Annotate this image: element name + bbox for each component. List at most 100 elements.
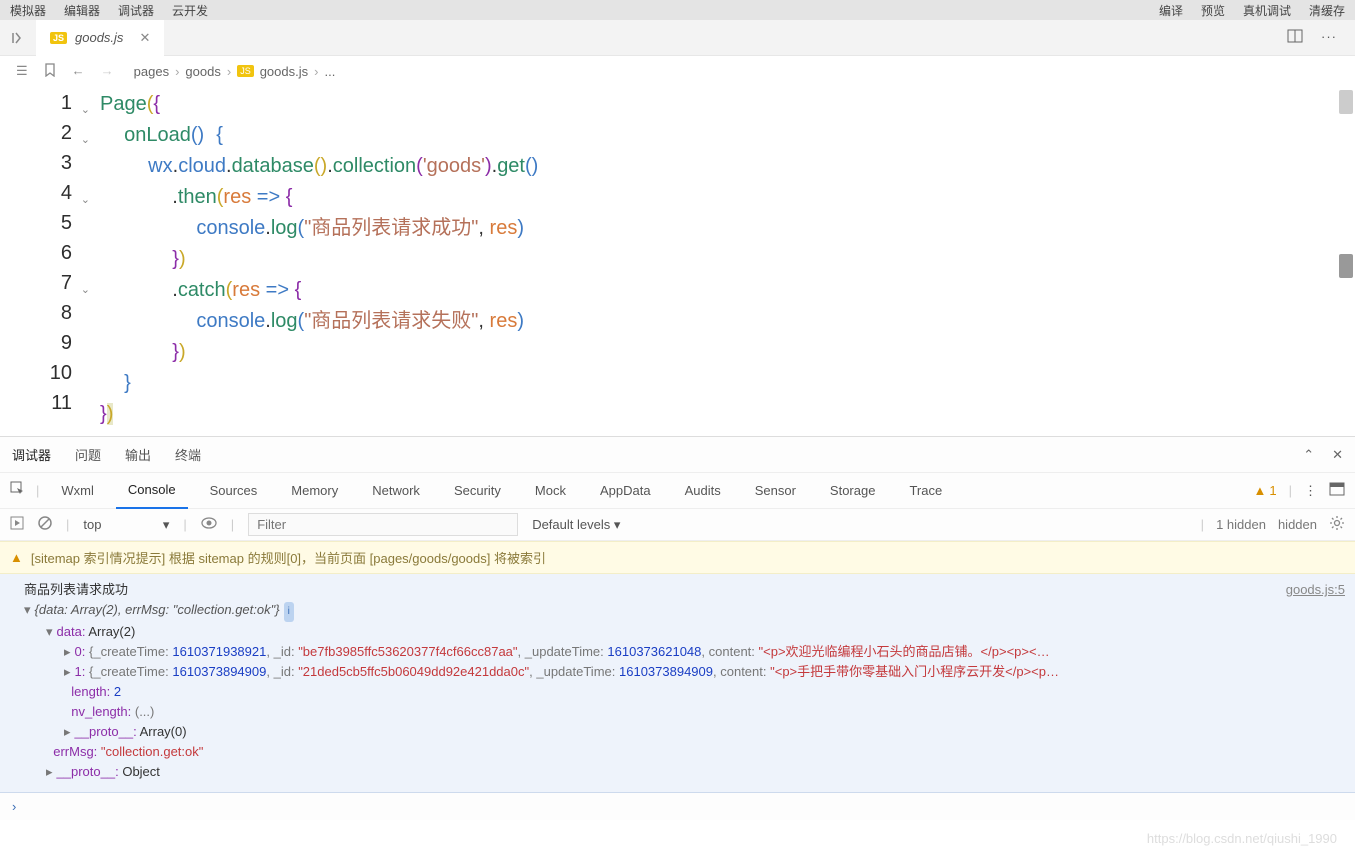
expand-icon[interactable]: ▸ [64,662,71,682]
devtools-tab-bar: | Wxml Console Sources Memory Network Se… [0,473,1355,509]
expand-icon[interactable]: ▾ [46,622,53,642]
split-editor-icon[interactable] [1287,29,1303,46]
dock-icon[interactable] [1329,482,1345,499]
info-badge-icon[interactable]: i [284,602,294,622]
array-item[interactable]: ▸0: {_createTime: 1610371938921, _id: "b… [10,642,1345,662]
output-tab[interactable]: 输出 [125,445,151,464]
log-levels-selector[interactable]: Default levels ▾ [532,517,620,533]
settings-gear-icon[interactable] [1329,515,1345,534]
top-menu-left: 模拟器 编辑器 调试器 云开发 [10,0,208,20]
sitemap-message: [sitemap 索引情况提示] 根据 sitemap 的规则[0]，当前页面 … [31,548,546,567]
live-expression-icon[interactable] [201,517,217,532]
menu-compile[interactable]: 编译 [1159,2,1183,18]
context-selector[interactable]: top ▾ [83,517,169,533]
devtools-tab-memory[interactable]: Memory [279,473,350,509]
fold-icon[interactable]: ⌄ [81,125,90,155]
minimap-thumb [1339,90,1353,114]
sitemap-warning: ▲ [sitemap 索引情况提示] 根据 sitemap 的规则[0]，当前页… [0,541,1355,574]
chevron-up-icon[interactable]: ⌃ [1303,447,1314,463]
code-content[interactable]: Page({ onLoad() { wx.cloud.database().co… [100,86,538,436]
devtools-tab-trace[interactable]: Trace [897,473,954,509]
object-property[interactable]: nv_length: (...) [10,702,1345,722]
menu-simulator[interactable]: 模拟器 [10,2,46,18]
menu-preview[interactable]: 预览 [1201,2,1225,18]
array-item[interactable]: ▸1: {_createTime: 1610373894909, _id: "2… [10,662,1345,682]
debugger-tab[interactable]: 调试器 [12,445,51,464]
expand-icon[interactable]: ▸ [64,642,71,662]
object-property: errMsg: "collection.get:ok" [10,742,1345,762]
more-actions-icon[interactable]: ··· [1321,29,1337,46]
problems-tab[interactable]: 问题 [75,445,101,464]
source-link[interactable]: goods.js:5 [1286,580,1345,600]
play-icon[interactable] [10,516,24,533]
devtools-more-icon[interactable]: ⋮ [1304,483,1317,499]
bookmark-icon[interactable] [44,63,56,80]
expand-icon[interactable]: ▸ [46,762,53,782]
menu-clear-cache[interactable]: 清缓存 [1309,2,1345,18]
devtools-tab-mock[interactable]: Mock [523,473,578,509]
hidden-count[interactable]: 1 hidden [1216,517,1266,532]
object-summary[interactable]: ▾{data: Array(2), errMsg: "collection.ge… [10,600,1345,622]
breadcrumb[interactable]: pages › goods › JS goods.js › ... [134,64,336,79]
devtools-tab-appdata[interactable]: AppData [588,473,663,509]
object-property[interactable]: ▸__proto__: Array(0) [10,722,1345,742]
debugger-panel: 调试器 问题 输出 终端 ⌃ ✕ | Wxml Console Sources … [0,436,1355,820]
fold-icon[interactable]: ⌄ [81,185,90,215]
inspect-icon[interactable] [10,481,26,500]
devtools-tab-security[interactable]: Security [442,473,513,509]
console-output[interactable]: goods.js:5 商品列表请求成功 ▾{data: Array(2), er… [0,574,1355,793]
nav-back-icon[interactable]: ← [72,63,85,80]
devtools-tab-sensor[interactable]: Sensor [743,473,808,509]
devtools-tab-console[interactable]: Console [116,473,188,509]
devtools-tab-sources[interactable]: Sources [198,473,270,509]
expand-icon[interactable]: ▸ [64,722,71,742]
clear-console-icon[interactable] [38,516,52,533]
warning-count-badge[interactable]: ▲ 1 [1254,483,1277,498]
breadcrumb-part[interactable]: ... [324,64,335,79]
editor-tab[interactable]: JS goods.js ✕ [36,20,164,56]
devtools-tab-storage[interactable]: Storage [818,473,888,509]
object-property[interactable]: ▸__proto__: Object [10,762,1345,782]
fold-icon[interactable]: ⌄ [81,275,90,305]
expand-icon[interactable]: ▾ [24,600,31,620]
fold-icon[interactable]: ⌄ [81,95,90,125]
chevron-right-icon: › [314,64,318,79]
menu-editor[interactable]: 编辑器 [64,2,100,18]
breadcrumb-part[interactable]: goods [185,64,220,79]
hidden-label: hidden [1278,517,1317,532]
warning-icon: ▲ [10,550,23,565]
breadcrumb-part[interactable]: pages [134,64,169,79]
devtools-tab-wxml[interactable]: Wxml [49,473,106,509]
devtools-tab-network[interactable]: Network [360,473,432,509]
menu-icon[interactable]: ☰ [16,63,28,80]
nav-forward-icon[interactable]: → [101,63,114,80]
menu-cloud[interactable]: 云开发 [172,2,208,18]
top-menu-right: 编译 预览 真机调试 清缓存 [1159,0,1345,20]
debugger-tab-bar: 调试器 问题 输出 终端 ⌃ ✕ [0,437,1355,473]
object-property[interactable]: ▾data: Array(2) [10,622,1345,642]
sidebar-toggle-icon[interactable] [0,31,36,45]
terminal-tab[interactable]: 终端 [175,445,201,464]
breadcrumb-bar: ☰ ← → pages › goods › JS goods.js › ... [0,56,1355,86]
code-editor[interactable]: 1⌄ 2⌄ 3 4⌄ 5 6 7⌄ 8 9 10 11 Page({ onLoa… [0,86,1355,436]
menu-debugger[interactable]: 调试器 [118,2,154,18]
console-message: 商品列表请求成功 [10,580,1345,600]
js-file-badge: JS [50,32,67,44]
minimap[interactable] [1337,86,1355,436]
console-input-prompt[interactable]: › [0,793,1355,820]
object-property: length: 2 [10,682,1345,702]
menu-device-debug[interactable]: 真机调试 [1243,2,1291,18]
close-icon[interactable]: ✕ [1332,447,1343,463]
console-toolbar: | top ▾ | | Default levels ▾ | 1 hidden … [0,509,1355,541]
editor-tab-strip: JS goods.js ✕ ··· [0,20,1355,56]
tab-actions: ··· [1287,29,1355,46]
line-number-gutter: 1⌄ 2⌄ 3 4⌄ 5 6 7⌄ 8 9 10 11 [0,86,100,436]
breadcrumb-part[interactable]: goods.js [260,64,308,79]
close-icon[interactable]: ✕ [139,30,150,46]
chevron-right-icon: › [175,64,179,79]
chevron-right-icon: › [227,64,231,79]
devtools-tab-audits[interactable]: Audits [673,473,733,509]
ide-top-menu: 模拟器 编辑器 调试器 云开发 编译 预览 真机调试 清缓存 [0,0,1355,20]
filter-input[interactable] [248,513,518,536]
tab-filename: goods.js [75,30,123,45]
